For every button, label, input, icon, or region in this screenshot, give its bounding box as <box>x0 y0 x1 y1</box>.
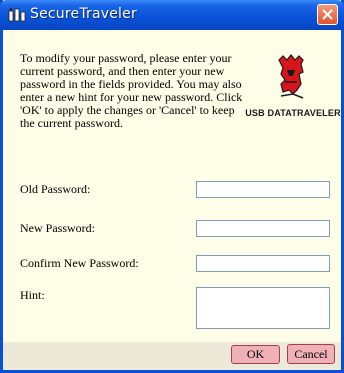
confirm-password-field[interactable] <box>196 255 330 272</box>
datatraveler-logo: USB DATATRAVELER <box>243 50 343 122</box>
confirm-password-label: Confirm New Password: <box>20 256 139 270</box>
ok-button[interactable]: OK <box>231 345 280 364</box>
old-password-label: Old Password: <box>20 182 91 196</box>
kingston-head-icon <box>278 54 304 99</box>
close-button[interactable] <box>317 4 338 25</box>
new-password-label: New Password: <box>20 221 95 235</box>
new-password-field[interactable] <box>196 220 330 237</box>
title-bar[interactable]: SecureTraveler <box>0 0 344 30</box>
hint-label: Hint: <box>20 288 45 302</box>
cancel-button[interactable]: Cancel <box>287 344 335 364</box>
window-title: SecureTraveler <box>30 6 137 22</box>
app-icon <box>8 7 26 23</box>
old-password-field[interactable] <box>196 181 330 198</box>
hint-field[interactable] <box>196 287 330 329</box>
dialog-window: SecureTraveler To modify your password, … <box>0 0 344 373</box>
close-icon <box>322 9 333 20</box>
logo-text: USB DATATRAVELER <box>245 108 341 118</box>
button-bar: OK Cancel <box>3 342 341 370</box>
dialog-body: To modify your password, please enter yo… <box>3 30 341 342</box>
instructions-text: To modify your password, please enter yo… <box>20 51 243 130</box>
